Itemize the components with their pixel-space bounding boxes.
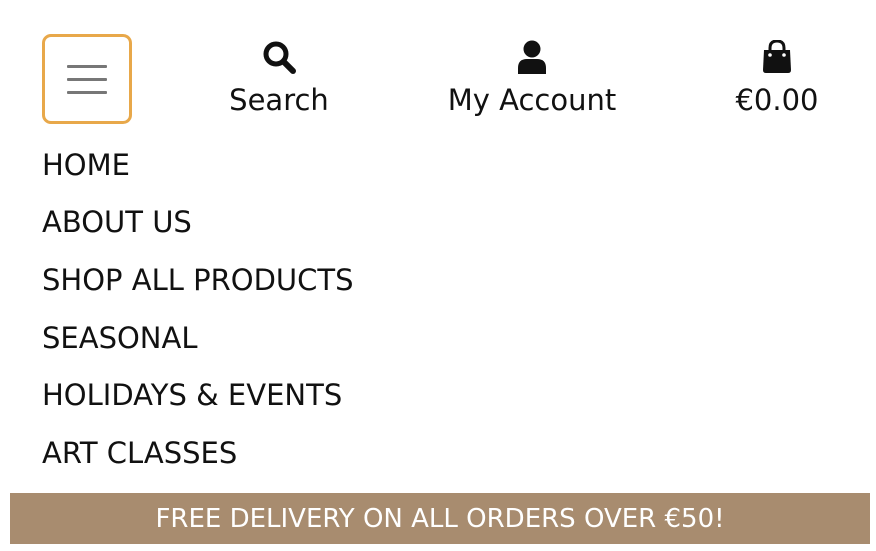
nav-item-holidays-events: HOLIDAYS & EVENTS [42, 366, 354, 424]
user-icon [517, 38, 547, 76]
cart-total-label: €0.00 [735, 83, 819, 117]
hamburger-icon [67, 64, 107, 94]
main-nav: HOME ABOUT US SHOP ALL PRODUCTS SEASONAL… [42, 136, 354, 482]
search-icon [262, 38, 296, 76]
nav-link-shop-all-products[interactable]: SHOP ALL PRODUCTS [42, 263, 354, 297]
nav-item-home: HOME [42, 136, 354, 194]
nav-item-about-us: ABOUT US [42, 194, 354, 252]
menu-toggle-button[interactable] [42, 34, 132, 124]
free-delivery-banner: FREE DELIVERY ON ALL ORDERS OVER €50! [10, 493, 870, 544]
shopping-bag-icon [762, 38, 792, 76]
nav-item-shop-all-products: SHOP ALL PRODUCTS [42, 251, 354, 309]
nav-link-holidays-events[interactable]: HOLIDAYS & EVENTS [42, 378, 342, 412]
shopping-bag-button[interactable]: €0.00 [733, 38, 821, 120]
free-delivery-text: FREE DELIVERY ON ALL ORDERS OVER €50! [155, 503, 725, 534]
page: Search My Account €0.00 HOME ABOUT US SH… [0, 0, 876, 551]
search-label: Search [229, 83, 329, 117]
my-account-button[interactable]: My Account [446, 38, 618, 120]
nav-item-art-classes: ART CLASSES [42, 424, 354, 482]
nav-link-about-us[interactable]: ABOUT US [42, 205, 192, 239]
nav-link-home[interactable]: HOME [42, 148, 130, 182]
nav-item-seasonal: SEASONAL [42, 309, 354, 367]
my-account-label: My Account [447, 83, 617, 117]
search-button[interactable]: Search [229, 38, 329, 120]
nav-link-seasonal[interactable]: SEASONAL [42, 321, 198, 355]
nav-link-art-classes[interactable]: ART CLASSES [42, 436, 237, 470]
